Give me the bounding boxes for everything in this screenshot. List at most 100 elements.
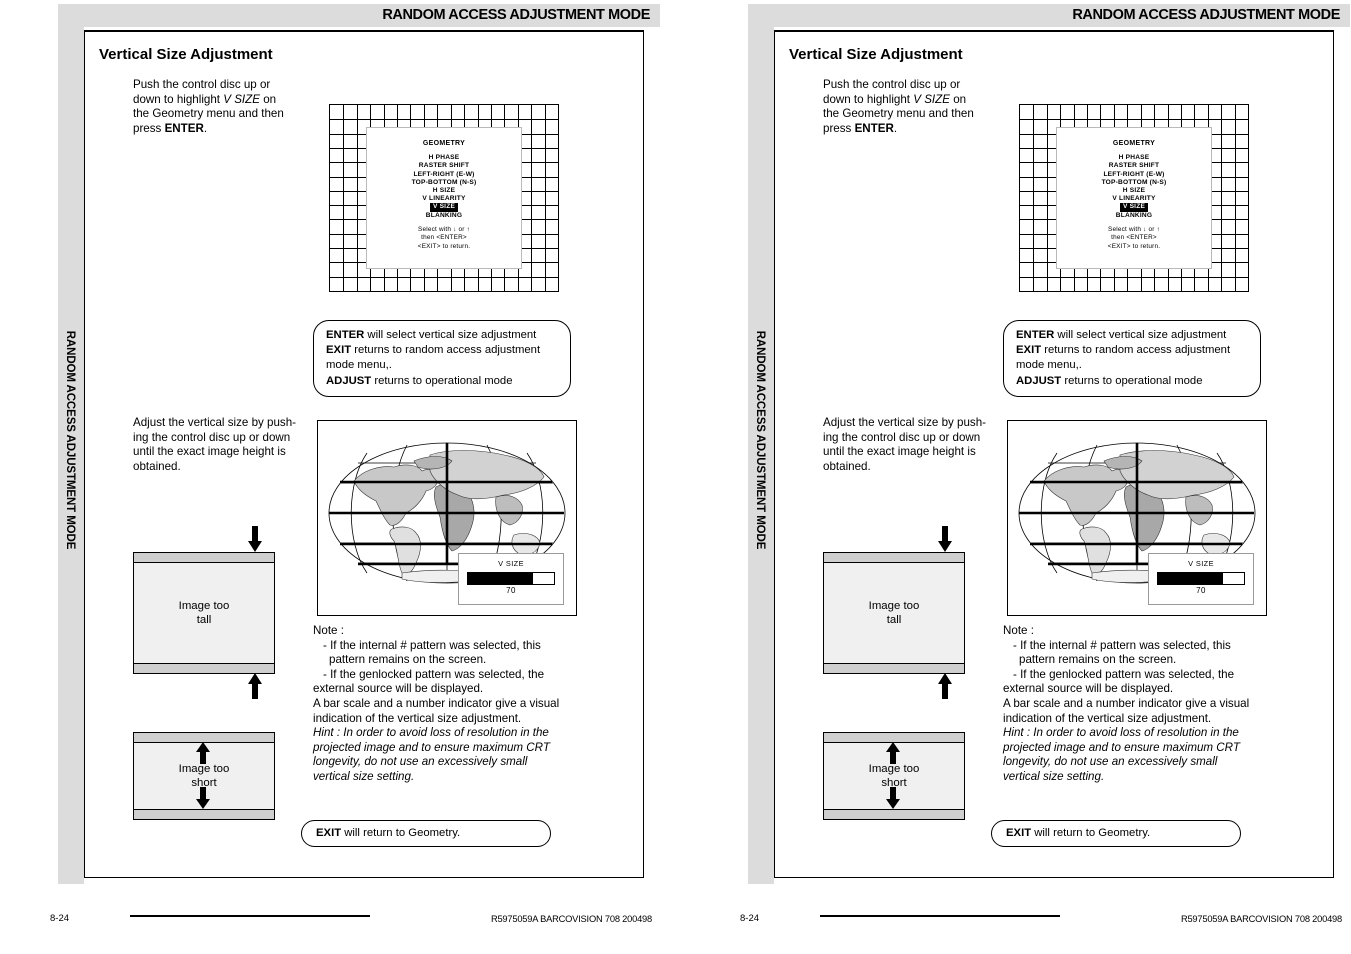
vsize-bar-fill xyxy=(1158,573,1223,584)
arrow-up-inside-short xyxy=(885,742,901,769)
osd-menu-item[interactable]: H PHASE xyxy=(1057,154,1211,162)
enter-key-label: ENTER xyxy=(1016,329,1055,341)
vsize-indicator-osd: V SIZE 70 xyxy=(1148,553,1254,605)
note-hint-line-3: longevity, do not use an excessively sma… xyxy=(1003,755,1218,769)
footer-rule xyxy=(820,915,1060,917)
intro-line-2-a: down to highlight xyxy=(133,92,224,106)
osd-hint-line-2: then <ENTER> xyxy=(421,234,467,242)
key-functions-callout: ENTER will select vertical size adjustme… xyxy=(313,320,571,397)
note-hint-line-2: projected image and to ensure maximum CR… xyxy=(1003,740,1240,754)
manual-page-left: RANDOM ACCESS ADJUSTMENT MODE RANDOM ACC… xyxy=(40,0,660,954)
key-functions-callout: ENTER will select vertical size adjustme… xyxy=(1003,320,1261,397)
note-hint-line-1: Hint : In order to avoid loss of resolut… xyxy=(313,726,549,740)
osd-hint-line-3: <EXIT> to return. xyxy=(1107,242,1161,250)
osd-menu-item[interactable]: BLANKING xyxy=(1057,212,1211,220)
page-header-title: RANDOM ACCESS ADJUSTMENT MODE xyxy=(1072,7,1340,23)
intro-line-2-b: on xyxy=(259,92,277,106)
osd-menu-item[interactable]: RASTER SHIFT xyxy=(367,162,521,170)
grid-line-horizontal xyxy=(330,276,558,278)
exit-key-desc-cont: mode menu,. xyxy=(326,359,392,372)
adjust-line-3: until the exact image height is xyxy=(133,445,286,459)
osd-menu-item-selected[interactable]: V SIZE xyxy=(429,203,459,212)
adjust-key-desc: returns to operational mode xyxy=(371,374,513,387)
osd-hint-line-1-b: or xyxy=(456,225,467,233)
exit-key-desc: returns to random access adjustment xyxy=(351,344,541,357)
side-tab-label: RANDOM ACCESS ADJUSTMENT MODE xyxy=(754,330,766,550)
note-bullet-2-line-2: external source will be displayed. xyxy=(313,682,484,696)
osd-hint-line-1-a: Select with xyxy=(418,225,454,233)
vsize-label: V SIZE xyxy=(1188,559,1214,568)
image-too-tall-box: Image too tall xyxy=(133,552,275,674)
osd-menu-item-selected[interactable]: V SIZE xyxy=(1119,203,1149,212)
intro-line-4-c: . xyxy=(203,121,208,135)
note-hint-line-3: longevity, do not use an excessively sma… xyxy=(313,755,528,769)
note-title: Note : xyxy=(313,624,344,637)
adjust-line-2: ing the control disc up or down xyxy=(823,430,981,444)
vsize-bar-scale xyxy=(467,572,555,585)
exit-key-label: EXIT xyxy=(326,344,352,357)
geometry-osd-menu: GEOMETRY H PHASE RASTER SHIFT LEFT-RIGHT (… xyxy=(366,127,522,269)
crt-test-pattern: GEOMETRY H PHASE RASTER SHIFT LEFT-RIGHT (… xyxy=(1019,104,1249,292)
note-paragraph-line-2: indication of the vertical size adjustme… xyxy=(1003,711,1212,725)
adjust-paragraph: Adjust the vertical size by push- ing th… xyxy=(133,416,313,474)
exit-callout: EXIT will return to Geometry. xyxy=(991,820,1241,848)
vsize-bar-scale xyxy=(1157,572,1245,585)
osd-menu-item[interactable]: TOP-BOTTOM (N-S) xyxy=(367,179,521,187)
osd-menu-item[interactable]: H SIZE xyxy=(1057,187,1211,195)
osd-menu-item[interactable]: BLANKING xyxy=(367,212,521,220)
intro-line-2-b: on xyxy=(949,92,967,106)
caption-tall-line-2: tall xyxy=(196,614,212,626)
osd-menu-item[interactable]: V LINEARITY xyxy=(367,195,521,203)
adjust-line-3: until the exact image height is xyxy=(823,445,976,459)
world-map-preview: V SIZE 70 xyxy=(317,420,577,616)
osd-menu-item[interactable]: H SIZE xyxy=(367,187,521,195)
arrow-up-inside-short xyxy=(195,742,211,769)
osd-title: GEOMETRY xyxy=(422,140,466,147)
note-bullet-1-line-2: pattern remains on the screen. xyxy=(329,653,487,667)
adjust-paragraph: Adjust the vertical size by push- ing th… xyxy=(823,416,1003,474)
footer-page-number: 8-24 xyxy=(740,913,760,924)
osd-menu-item[interactable]: LEFT-RIGHT (E-W) xyxy=(1057,171,1211,179)
osd-menu-item[interactable]: RASTER SHIFT xyxy=(1057,162,1211,170)
footer-reference: R5975059A BARCOVISION 708 200498 xyxy=(1180,914,1342,924)
intro-line-4-a: press xyxy=(133,121,165,135)
osd-hint-line-1-a: Select with xyxy=(1108,225,1144,233)
adjust-key-label: ADJUST xyxy=(1016,374,1062,387)
footer-reference: R5975059A BARCOVISION 708 200498 xyxy=(490,914,652,924)
side-tab-strip: RANDOM ACCESS ADJUSTMENT MODE xyxy=(58,4,84,884)
image-too-tall-box: Image too tall xyxy=(823,552,965,674)
world-map-preview: V SIZE 70 xyxy=(1007,420,1267,616)
osd-menu-item[interactable]: V SIZE xyxy=(1057,203,1211,212)
intro-line-4-a: press xyxy=(823,121,855,135)
note-block: Note : - If the internal # pattern was s… xyxy=(313,624,583,785)
exit-callout-key: EXIT xyxy=(1006,827,1032,839)
osd-hint-line-1-b: or xyxy=(1146,225,1157,233)
note-title: Note : xyxy=(1003,624,1034,637)
adjust-key-desc: returns to operational mode xyxy=(1061,374,1203,387)
exit-callout-text: will return to Geometry. xyxy=(1031,827,1151,839)
intro-enter-key: ENTER xyxy=(854,121,894,135)
caption-tall-line-2: tall xyxy=(886,614,902,626)
note-hint-line-2: projected image and to ensure maximum CR… xyxy=(313,740,550,754)
vsize-value: 70 xyxy=(506,586,516,595)
note-bullet-1-line-1: - If the internal # pattern was selected… xyxy=(323,638,541,652)
image-too-tall-caption: Image too tall xyxy=(134,599,274,627)
note-hint-line-1: Hint : In order to avoid loss of resolut… xyxy=(1003,726,1239,740)
footer-page-number: 8-24 xyxy=(50,913,70,924)
osd-menu-item[interactable]: H PHASE xyxy=(367,154,521,162)
top-overscan-band xyxy=(824,553,964,563)
top-overscan-band xyxy=(134,553,274,563)
exit-callout: EXIT will return to Geometry. xyxy=(301,820,551,848)
intro-line-1: Push the control disc up or xyxy=(823,78,961,91)
osd-menu-item[interactable]: LEFT-RIGHT (E-W) xyxy=(367,171,521,179)
osd-menu-item[interactable]: V SIZE xyxy=(367,203,521,212)
adjust-line-4: obtained. xyxy=(823,459,871,473)
grid-line-horizontal xyxy=(1020,276,1248,278)
osd-menu-item[interactable]: V LINEARITY xyxy=(1057,195,1211,203)
content-frame: Vertical Size Adjustment Push the contro… xyxy=(84,30,644,878)
intro-paragraph: Push the control disc up or down to high… xyxy=(133,78,313,136)
grid-line-horizontal xyxy=(330,119,558,121)
crt-test-pattern: GEOMETRY H PHASE RASTER SHIFT LEFT-RIGHT (… xyxy=(329,104,559,292)
osd-hint: Select with ↓ or ↑ then <ENTER> <EXIT> t… xyxy=(367,226,521,251)
osd-menu-item[interactable]: TOP-BOTTOM (N-S) xyxy=(1057,179,1211,187)
